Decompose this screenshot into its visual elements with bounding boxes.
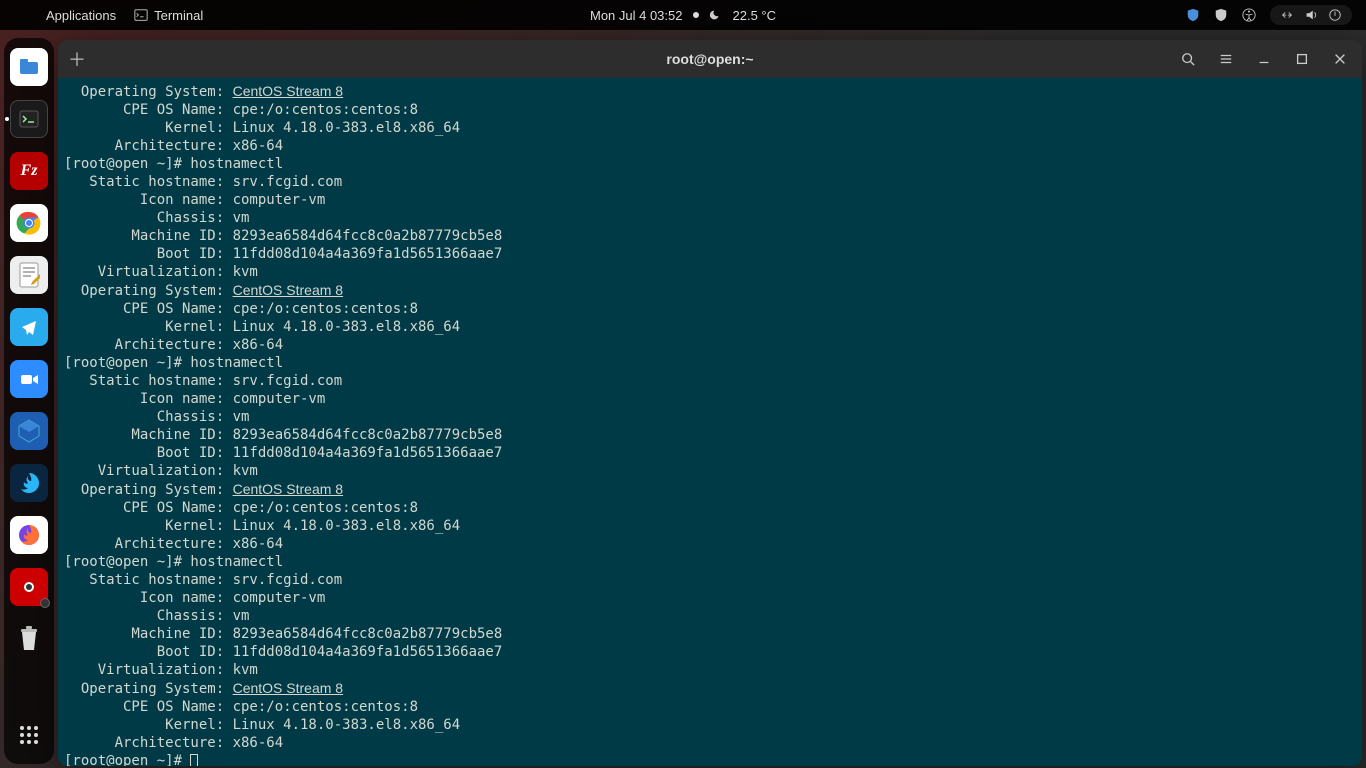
dock-firefox-dev[interactable] bbox=[10, 464, 48, 502]
dock-telegram[interactable] bbox=[10, 308, 48, 346]
terminal-output[interactable]: Operating System: CentOS Stream 8 CPE OS… bbox=[58, 78, 1362, 766]
dock-zoom[interactable] bbox=[10, 360, 48, 398]
system-tray[interactable] bbox=[1270, 5, 1352, 25]
close-icon bbox=[1333, 52, 1347, 66]
window-titlebar[interactable]: ＋ root@open:~ bbox=[58, 40, 1362, 78]
window-title: root@open:~ bbox=[666, 51, 753, 67]
notification-dot-icon bbox=[693, 12, 699, 18]
show-applications[interactable] bbox=[10, 716, 48, 754]
minimize-button[interactable] bbox=[1248, 45, 1280, 73]
close-button[interactable] bbox=[1324, 45, 1356, 73]
dock-filezilla[interactable]: Fz bbox=[10, 152, 48, 190]
dock-files[interactable] bbox=[10, 48, 48, 86]
network-icon bbox=[1280, 8, 1294, 22]
terminal-window: ＋ root@open:~ Operating System: CentOS S… bbox=[58, 40, 1362, 766]
text-editor-icon bbox=[18, 262, 40, 288]
dock: Fz bbox=[4, 38, 54, 764]
chrome-icon bbox=[16, 210, 42, 236]
menu-button[interactable] bbox=[1210, 45, 1242, 73]
vbox-icon bbox=[16, 418, 42, 444]
power-icon bbox=[1328, 8, 1342, 22]
trash-icon bbox=[17, 625, 41, 653]
temperature-text: 22.5 °C bbox=[733, 8, 777, 23]
clock-area[interactable]: Mon Jul 4 03:52 22.5 °C bbox=[590, 8, 776, 23]
active-app-label: Terminal bbox=[154, 8, 203, 23]
clock-text: Mon Jul 4 03:52 bbox=[590, 8, 683, 23]
minimize-icon bbox=[1257, 52, 1271, 66]
applications-menu[interactable]: Applications bbox=[46, 8, 116, 23]
accessibility-icon[interactable] bbox=[1242, 8, 1256, 22]
search-icon bbox=[1181, 52, 1195, 66]
telegram-icon bbox=[18, 316, 40, 338]
maximize-icon bbox=[1295, 52, 1309, 66]
menu-icon bbox=[1219, 52, 1233, 66]
maximize-button[interactable] bbox=[1286, 45, 1318, 73]
zoom-icon bbox=[18, 368, 40, 390]
firefox-dev-icon bbox=[16, 470, 42, 496]
badge-icon bbox=[40, 598, 50, 608]
grid-icon bbox=[18, 724, 40, 746]
terminal-app-icon bbox=[18, 108, 40, 130]
terminal-icon bbox=[134, 8, 148, 22]
dock-terminal[interactable] bbox=[10, 100, 48, 138]
dock-chrome[interactable] bbox=[10, 204, 48, 242]
dock-cheese[interactable] bbox=[10, 568, 48, 606]
filezilla-icon: Fz bbox=[21, 162, 38, 180]
dock-text-editor[interactable] bbox=[10, 256, 48, 294]
camera-icon bbox=[18, 576, 40, 598]
firefox-icon bbox=[16, 522, 42, 548]
dock-virtualbox[interactable] bbox=[10, 412, 48, 450]
shield-icon[interactable] bbox=[1186, 8, 1200, 22]
new-tab-button[interactable]: ＋ bbox=[58, 40, 96, 78]
search-button[interactable] bbox=[1172, 45, 1204, 73]
dock-firefox[interactable] bbox=[10, 516, 48, 554]
volume-icon bbox=[1304, 8, 1318, 22]
active-app-terminal[interactable]: Terminal bbox=[134, 8, 203, 23]
weather-icon bbox=[709, 8, 723, 22]
dock-trash[interactable] bbox=[10, 620, 48, 658]
security-icon[interactable] bbox=[1214, 8, 1228, 22]
gnome-top-bar: Applications Terminal Mon Jul 4 03:52 22… bbox=[0, 0, 1366, 30]
files-icon bbox=[18, 56, 40, 78]
